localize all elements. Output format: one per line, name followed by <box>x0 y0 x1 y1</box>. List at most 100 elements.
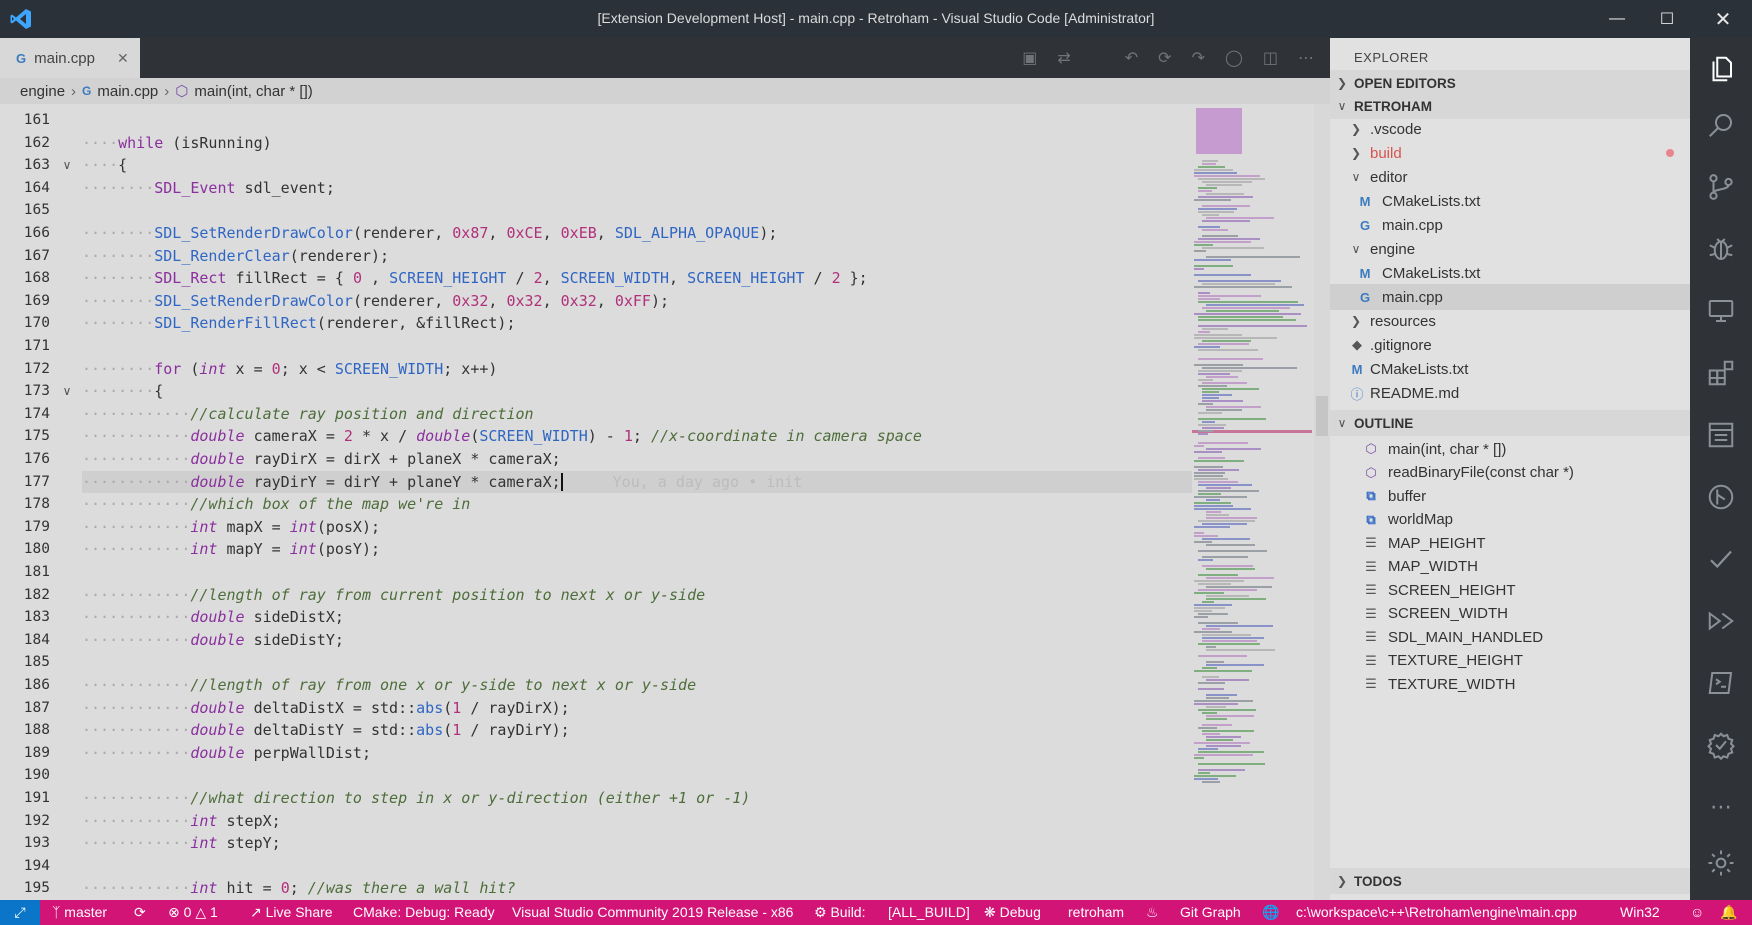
outline-item[interactable]: ⧉ buffer <box>1330 483 1690 509</box>
code-line[interactable]: ············double sideDistX; <box>82 606 1192 629</box>
outline-item[interactable]: ☰ TEXTURE_HEIGHT <box>1330 648 1690 674</box>
tree-item-engine[interactable]: ∨ engine <box>1330 236 1690 262</box>
split-editor-icon[interactable]: ◫ <box>1263 48 1278 68</box>
remote-indicator-icon[interactable]: ⤢ <box>0 900 40 925</box>
code-line[interactable]: ············double sideDistY; <box>82 629 1192 652</box>
code-line[interactable]: ············double deltaDistY = std::abs… <box>82 719 1192 742</box>
code-line[interactable]: ············double cameraX = 2 * x / dou… <box>82 425 1192 448</box>
code-line[interactable]: ············//calculate ray position and… <box>82 403 1192 426</box>
search-icon[interactable] <box>1690 100 1752 150</box>
feedback-icon[interactable]: ☺ <box>1690 900 1704 925</box>
editor-scrollbar[interactable] <box>1314 104 1330 900</box>
breadcrumb-symbol[interactable]: main(int, char * []) <box>194 83 312 100</box>
code-line[interactable]: ········SDL_SetRenderDrawColor(renderer,… <box>82 290 1192 313</box>
code-line[interactable]: ············//which box of the map we're… <box>82 493 1192 516</box>
code-line[interactable]: ············double rayDirX = dirX + plan… <box>82 448 1192 471</box>
breadcrumb-file[interactable]: main.cpp <box>97 83 158 100</box>
more-actions-icon[interactable]: ⋯ <box>1298 48 1314 68</box>
tree-item-resources[interactable]: ❯ resources <box>1330 308 1690 334</box>
code-line[interactable] <box>82 855 1192 878</box>
extensions-icon[interactable] <box>1690 348 1752 398</box>
step-icon[interactable]: ⟳ <box>1158 48 1171 68</box>
outline-section[interactable]: ∨ OUTLINE <box>1330 410 1690 436</box>
code-line[interactable] <box>82 561 1192 584</box>
cmake-status[interactable]: CMake: Debug: Ready <box>353 900 495 925</box>
live-share-status[interactable]: ↗ Live Share <box>250 900 333 925</box>
code-line[interactable] <box>82 651 1192 674</box>
outline-item[interactable]: ☰ SDL_MAIN_HANDLED <box>1330 624 1690 650</box>
code-line[interactable]: ········SDL_Event sdl_event; <box>82 177 1192 200</box>
code-line[interactable]: ········{ <box>82 380 1192 403</box>
breadcrumb-folder[interactable]: engine <box>20 83 65 100</box>
outline-item[interactable]: ⧉ worldMap <box>1330 507 1690 533</box>
tree-item-build[interactable]: ❯ build <box>1330 140 1690 166</box>
code-line[interactable]: ············double perpWallDist; <box>82 742 1192 765</box>
code-editor[interactable]: 161 162 163 ∨ 164 165 166 167 168 169 170 171 172 173… <box>0 104 1330 900</box>
code-line[interactable]: ············//length of ray from current… <box>82 584 1192 607</box>
git-graph-button[interactable]: Git Graph <box>1180 900 1241 925</box>
todos-section[interactable]: ❯ TODOS <box>1330 868 1690 894</box>
settings-gear-icon[interactable] <box>1690 838 1752 888</box>
code-line[interactable]: ············//length of ray from one x o… <box>82 674 1192 697</box>
code-line[interactable]: ········SDL_RenderClear(renderer); <box>82 245 1192 268</box>
code-line[interactable]: ····while (isRunning) <box>82 132 1192 155</box>
todo-check-icon[interactable] <box>1690 534 1752 584</box>
source-control-icon[interactable] <box>1690 162 1752 212</box>
outline-item[interactable]: ☰ MAP_HEIGHT <box>1330 530 1690 556</box>
code-line[interactable]: ········SDL_Rect fillRect = { 0 , SCREEN… <box>82 267 1192 290</box>
code-line[interactable] <box>82 199 1192 222</box>
notifications-bell-icon[interactable]: 🔔 <box>1720 900 1737 925</box>
tree-item-vscode[interactable]: ❯ .vscode <box>1330 116 1690 142</box>
problems-status[interactable]: ⊗ 0 △ 1 <box>168 900 218 925</box>
fold-chevron-icon[interactable]: ∨ <box>60 154 74 177</box>
explorer-files-icon[interactable] <box>1690 44 1752 94</box>
scrollbar-thumb[interactable] <box>1316 396 1328 436</box>
code-line[interactable]: ············double rayDirY = dirY + plan… <box>82 470 1192 494</box>
live-share-icon[interactable] <box>1690 596 1752 646</box>
compare-changes-icon[interactable]: ⇄ <box>1057 48 1070 68</box>
code-line[interactable]: ············double deltaDistX = std::abs… <box>82 697 1192 720</box>
code-line[interactable] <box>82 764 1192 787</box>
testing-icon[interactable] <box>1690 720 1752 770</box>
minimap[interactable] <box>1192 104 1314 900</box>
tab-main-cpp[interactable]: G main.cpp ✕ <box>0 38 140 78</box>
code-line[interactable] <box>82 335 1192 358</box>
flame-icon[interactable]: ♨ <box>1146 900 1159 925</box>
platform-status[interactable]: Win32 <box>1620 900 1660 925</box>
git-lens-icon[interactable]: ◯ <box>1225 48 1243 68</box>
code-line[interactable] <box>82 109 1192 132</box>
code-line[interactable]: ············int hit = 0; //was there a w… <box>82 877 1192 900</box>
outline-item[interactable]: ☰ TEXTURE_WIDTH <box>1330 671 1690 697</box>
build-target[interactable]: [ALL_BUILD] <box>888 900 970 925</box>
outline-item[interactable]: ⬡ readBinaryFile(const char *) <box>1330 460 1690 486</box>
branch-status[interactable]: ᛉ master <box>52 900 107 925</box>
sync-icon[interactable]: ⟳ <box>134 900 146 925</box>
tree-item-engine-main-cpp[interactable]: G main.cpp <box>1330 284 1690 310</box>
tree-item-editor-main-cpp[interactable]: G main.cpp <box>1330 212 1690 238</box>
launch-target[interactable]: retroham <box>1068 900 1124 925</box>
globe-icon[interactable]: 🌐 <box>1262 900 1279 925</box>
panel-icon[interactable] <box>1690 410 1752 460</box>
outline-item[interactable]: ☰ MAP_WIDTH <box>1330 554 1690 580</box>
close-window-button[interactable]: ✕ <box>1698 0 1748 38</box>
code-line[interactable]: ············int mapY = int(posY); <box>82 538 1192 561</box>
terminal-icon[interactable] <box>1690 658 1752 708</box>
git-graph-icon[interactable] <box>1690 472 1752 522</box>
fold-chevron-icon[interactable]: ∨ <box>60 380 74 403</box>
code-line[interactable]: ············int stepY; <box>82 832 1192 855</box>
code-area[interactable]: ····while (isRunning) ····{········SDL_Ev… <box>82 104 1192 900</box>
tree-item-engine-cmakelists[interactable]: M CMakeLists.txt <box>1330 260 1690 286</box>
minimize-button[interactable]: — <box>1592 0 1642 38</box>
code-line[interactable]: ····{ <box>82 154 1192 177</box>
go-forward-icon[interactable]: ↷ <box>1192 48 1205 68</box>
tree-item-gitignore[interactable]: ◆ .gitignore <box>1330 332 1690 358</box>
code-line[interactable]: ············int stepX; <box>82 810 1192 833</box>
tree-item-editor[interactable]: ∨ editor <box>1330 164 1690 190</box>
outline-item[interactable]: ⬡ main(int, char * []) <box>1330 436 1690 462</box>
code-line[interactable]: ········SDL_SetRenderDrawColor(renderer,… <box>82 222 1192 245</box>
tree-item-root-cmakelists[interactable]: M CMakeLists.txt <box>1330 356 1690 382</box>
cmake-kit[interactable]: Visual Studio Community 2019 Release - x… <box>512 900 793 925</box>
outline-item[interactable]: ☰ SCREEN_HEIGHT <box>1330 577 1690 603</box>
outline-item[interactable]: ☰ SCREEN_WIDTH <box>1330 601 1690 627</box>
maximize-button[interactable]: ☐ <box>1642 0 1692 38</box>
